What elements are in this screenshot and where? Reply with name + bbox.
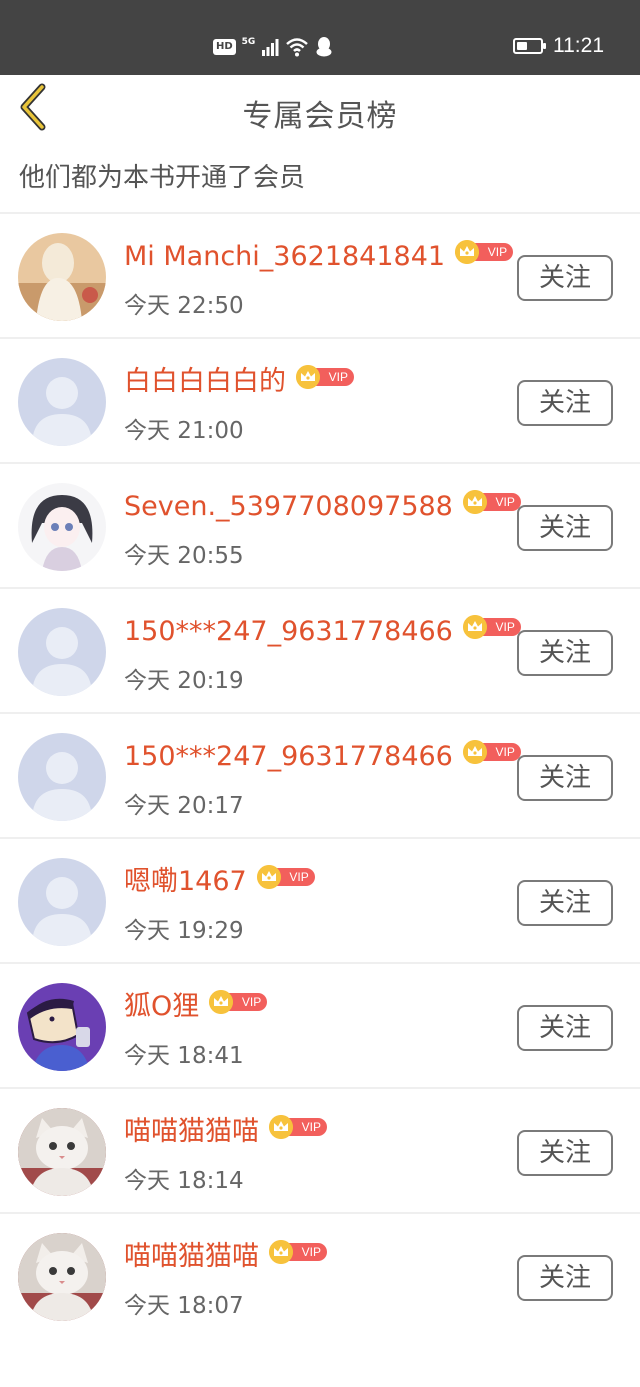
- follow-button[interactable]: 关注: [517, 630, 613, 676]
- vip-badge: VIP: [256, 865, 315, 889]
- follow-button[interactable]: 关注: [517, 505, 613, 551]
- crown-icon: [462, 490, 487, 514]
- follow-button[interactable]: 关注: [517, 880, 613, 926]
- member-name[interactable]: 嗯嘞1467: [124, 863, 247, 901]
- member-time: 今天 19:29: [124, 918, 244, 944]
- anime-girl-avatar-image: [18, 483, 106, 571]
- member-list: Mi Manchi_3621841841 VIP 今天 22:50 关注 白白白…: [0, 212, 640, 1337]
- avatar[interactable]: [18, 983, 106, 1071]
- member-row: 喵喵猫猫喵 VIP 今天 18:14 关注: [0, 1087, 640, 1212]
- follow-button[interactable]: 关注: [517, 1255, 613, 1301]
- vip-badge: VIP: [209, 990, 268, 1014]
- crown-icon: [296, 365, 320, 389]
- vip-badge: VIP: [462, 615, 521, 639]
- avatar[interactable]: [18, 483, 106, 571]
- avatar[interactable]: [18, 358, 106, 446]
- vip-badge: VIP: [269, 1240, 327, 1264]
- member-time: 今天 20:17: [124, 793, 244, 819]
- member-row: 狐O狸 VIP 今天 18:41 关注: [0, 962, 640, 1087]
- member-name-group: 嗯嘞1467 VIP: [124, 863, 315, 901]
- member-row: 150***247_9631778466 VIP 今天 20:19 关注: [0, 587, 640, 712]
- member-name-group: 喵喵猫猫喵 VIP: [124, 1113, 327, 1151]
- crown-icon: [269, 1240, 293, 1264]
- follow-button[interactable]: 关注: [517, 255, 613, 301]
- wifi-icon: [286, 38, 309, 57]
- crown-icon: [455, 240, 480, 264]
- avatar[interactable]: [18, 233, 106, 321]
- default-person-avatar-image: [18, 733, 106, 821]
- white-cat-avatar-image: [18, 1233, 106, 1321]
- member-name-group: 白白白白白的 VIP: [124, 363, 354, 401]
- avatar[interactable]: [18, 858, 106, 946]
- member-name[interactable]: 喵喵猫猫喵: [124, 1113, 259, 1151]
- member-name-group: 150***247_9631778466 VIP: [124, 613, 521, 651]
- status-icons: HD 5G: [213, 36, 333, 58]
- battery-level: [517, 42, 527, 50]
- avatar[interactable]: [18, 1108, 106, 1196]
- member-name-group: 150***247_9631778466 VIP: [124, 738, 521, 776]
- follow-button[interactable]: 关注: [517, 380, 613, 426]
- default-person-avatar-image: [18, 858, 106, 946]
- crown-icon: [462, 615, 487, 639]
- vip-badge: VIP: [455, 240, 514, 264]
- member-name-group: Seven._5397708097588 VIP: [124, 488, 521, 526]
- status-time: 11:21: [553, 34, 604, 57]
- vip-badge: VIP: [269, 1115, 327, 1139]
- member-name-group: 喵喵猫猫喵 VIP: [124, 1238, 327, 1276]
- follow-button[interactable]: 关注: [517, 755, 613, 801]
- member-name[interactable]: 150***247_9631778466: [124, 613, 453, 651]
- qq-icon: [316, 37, 332, 57]
- default-person-avatar-image: [18, 608, 106, 696]
- status-bar: HD 5G 11:21: [0, 0, 640, 75]
- member-time: 今天 22:50: [124, 293, 244, 319]
- member-row: Mi Manchi_3621841841 VIP 今天 22:50 关注: [0, 212, 640, 337]
- member-time: 今天 18:41: [124, 1043, 244, 1069]
- member-name[interactable]: Seven._5397708097588: [124, 488, 453, 526]
- avatar[interactable]: [18, 733, 106, 821]
- cartoon-purple-avatar-image: [18, 983, 106, 1071]
- member-name[interactable]: 150***247_9631778466: [124, 738, 453, 776]
- member-row: 嗯嘞1467 VIP 今天 19:29 关注: [0, 837, 640, 962]
- vip-badge: VIP: [462, 740, 521, 764]
- member-row: 150***247_9631778466 VIP 今天 20:17 关注: [0, 712, 640, 837]
- member-time: 今天 21:00: [124, 418, 244, 444]
- follow-button[interactable]: 关注: [517, 1005, 613, 1051]
- member-time: 今天 18:07: [124, 1293, 244, 1319]
- page-title: 专属会员榜: [242, 99, 398, 134]
- signal-icon: [262, 39, 279, 56]
- vip-badge: VIP: [296, 365, 354, 389]
- member-time: 今天 20:55: [124, 543, 244, 569]
- follow-button[interactable]: 关注: [517, 1130, 613, 1176]
- vip-badge: VIP: [462, 490, 521, 514]
- crown-icon: [462, 740, 487, 764]
- member-time: 今天 20:19: [124, 668, 244, 694]
- member-name[interactable]: Mi Manchi_3621841841: [124, 238, 445, 276]
- white-cat-avatar-image: [18, 1108, 106, 1196]
- member-name[interactable]: 喵喵猫猫喵: [124, 1238, 259, 1276]
- photo-girl-avatar-image: [18, 233, 106, 321]
- member-row: 白白白白白的 VIP 今天 21:00 关注: [0, 337, 640, 462]
- crown-icon: [256, 865, 281, 889]
- crown-icon: [269, 1115, 293, 1139]
- page-subtitle: 他们都为本书开通了会员: [19, 163, 306, 193]
- hd-icon: HD: [213, 39, 236, 55]
- member-name-group: Mi Manchi_3621841841 VIP: [124, 238, 514, 276]
- member-row: 喵喵猫猫喵 VIP 今天 18:07 关注: [0, 1212, 640, 1337]
- member-time: 今天 18:14: [124, 1168, 244, 1194]
- member-name-group: 狐O狸 VIP: [124, 988, 268, 1026]
- battery-icon: [513, 38, 546, 54]
- network-type-label: 5G: [241, 37, 256, 47]
- member-name[interactable]: 白白白白白的: [124, 363, 286, 401]
- default-person-avatar-image: [18, 358, 106, 446]
- member-row: Seven._5397708097588 VIP 今天 20:55 关注: [0, 462, 640, 587]
- member-name[interactable]: 狐O狸: [124, 988, 199, 1026]
- top-bar: 专属会员榜: [0, 75, 640, 147]
- avatar[interactable]: [18, 1233, 106, 1321]
- avatar[interactable]: [18, 608, 106, 696]
